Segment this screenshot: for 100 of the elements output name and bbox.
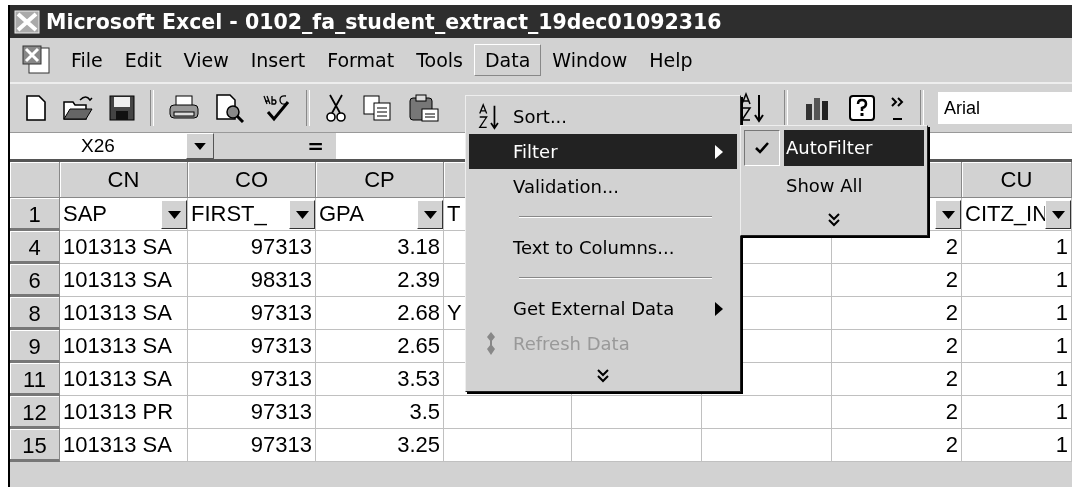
refresh-icon — [485, 330, 497, 357]
table-cell: 2.68 — [316, 297, 444, 330]
select-all-corner[interactable] — [10, 162, 60, 198]
caret-icon — [167, 210, 181, 219]
menu-item[interactable]: Text to Columns... — [469, 230, 737, 265]
row-header[interactable]: 1 — [10, 198, 60, 231]
table-cell: 2 — [832, 363, 962, 396]
table-cell: 101313 SA — [60, 231, 188, 264]
expand-arrows-icon[interactable] — [597, 369, 609, 383]
table-cell: 101313 SA — [60, 429, 188, 462]
menu-item[interactable]: Validation... — [469, 169, 737, 204]
header-text: T — [447, 201, 461, 227]
table-cell: 97313 — [188, 429, 316, 462]
row-header[interactable]: 4 — [10, 231, 60, 264]
printer-icon[interactable] — [168, 94, 200, 122]
equals-button[interactable]: = — [214, 133, 336, 159]
menu-item[interactable]: Edit — [113, 44, 173, 76]
font-field[interactable]: Arial — [938, 92, 1072, 124]
menu-item[interactable]: File — [60, 44, 114, 76]
name-box[interactable]: X26 — [10, 133, 186, 159]
header-text: CITZ_IN — [965, 201, 1049, 227]
table-cell: 101313 SA — [60, 330, 188, 363]
table-cell: 97313 — [188, 396, 316, 429]
window-title: Microsoft Excel - 0102_fa_student_extract_19dec01092316 — [46, 9, 722, 34]
table-cell: 1 — [962, 264, 1072, 297]
column-header[interactable]: CO — [188, 162, 316, 198]
table-cell: 2 — [832, 264, 962, 297]
table-cell: 3.18 — [316, 231, 444, 264]
table-cell: 101313 SA — [60, 363, 188, 396]
dropdown-button[interactable] — [186, 133, 214, 159]
table-cell: 97313 — [188, 363, 316, 396]
caret-icon — [295, 210, 309, 219]
submenu-arrow-icon — [715, 144, 723, 159]
menu-item[interactable]: Window — [541, 44, 639, 76]
help-icon[interactable] — [848, 94, 876, 122]
table-cell: 101313 SA — [60, 264, 188, 297]
menu-item[interactable]: Show All — [784, 168, 924, 204]
menu-item[interactable]: AutoFilter — [784, 130, 924, 166]
caret-icon — [194, 142, 206, 150]
workbook-icon[interactable] — [20, 44, 52, 76]
header-text: FIRST_ — [191, 201, 267, 227]
print-preview-icon[interactable] — [214, 93, 246, 123]
spelling-check-icon[interactable] — [260, 94, 292, 122]
row-header[interactable]: 6 — [10, 264, 60, 297]
row-header[interactable]: 11 — [10, 363, 60, 396]
table-cell: 2.39 — [316, 264, 444, 297]
column-header[interactable]: CP — [316, 162, 444, 198]
spreadsheet-app-icon — [14, 9, 40, 34]
table-cell: 3.25 — [316, 429, 444, 462]
menu-item[interactable]: Filter — [469, 134, 737, 169]
submenu-arrow-icon — [715, 301, 723, 316]
table-cell: 97313 — [188, 330, 316, 363]
copy-icon[interactable] — [362, 94, 394, 122]
checkmark-icon — [755, 142, 769, 154]
caret-icon — [1051, 210, 1065, 219]
table-cell: 2 — [832, 396, 962, 429]
filter-dropdown-button[interactable] — [417, 200, 443, 229]
caret-icon — [941, 210, 955, 219]
menu-item[interactable]: Help — [638, 44, 704, 76]
menu-item[interactable]: Format — [316, 44, 406, 76]
table-cell: 97313 — [188, 231, 316, 264]
row-header[interactable]: 15 — [10, 429, 60, 462]
folder-icon[interactable] — [62, 94, 94, 122]
table-cell: 2 — [832, 297, 962, 330]
filter-dropdown-button[interactable] — [1045, 200, 1071, 229]
clipboard-icon[interactable] — [408, 93, 440, 123]
save-icon[interactable] — [108, 94, 136, 122]
filter-dropdown-button[interactable] — [935, 200, 961, 229]
table-cell: 1 — [962, 396, 1072, 429]
menu-item[interactable]: Sort... — [469, 99, 737, 134]
table-cell: 101313 PR — [60, 396, 188, 429]
table-cell: 97313 — [188, 297, 316, 330]
new-document-icon[interactable] — [24, 94, 48, 122]
table-cell: 101313 SA — [60, 297, 188, 330]
table-cell: 1 — [962, 330, 1072, 363]
column-header[interactable]: CN — [60, 162, 188, 198]
menu-item[interactable]: Tools — [405, 44, 474, 76]
table-cell: 3.53 — [316, 363, 444, 396]
table-cell: 2.65 — [316, 330, 444, 363]
menu-item[interactable]: View — [172, 44, 240, 76]
table-cell: 2 — [832, 330, 962, 363]
table-cell: 2 — [832, 429, 962, 462]
table-cell: 1 — [962, 231, 1072, 264]
filter-dropdown-button[interactable] — [161, 200, 187, 229]
expand-arrows-icon[interactable] — [828, 213, 840, 227]
header-text: SAP — [63, 201, 108, 227]
table-cell: 1 — [962, 297, 1072, 330]
menu-item[interactable]: Insert — [239, 44, 317, 76]
row-header[interactable]: 12 — [10, 396, 60, 429]
row-header[interactable]: 8 — [10, 297, 60, 330]
menu-item[interactable]: Data — [473, 44, 542, 76]
scissors-icon[interactable] — [324, 93, 348, 123]
filter-dropdown-button[interactable] — [289, 200, 315, 229]
column-header[interactable]: CU — [962, 162, 1072, 198]
table-cell: 1 — [962, 429, 1072, 462]
caret-icon — [423, 210, 437, 219]
table-cell: 98313 — [188, 264, 316, 297]
table-cell: 3.5 — [316, 396, 444, 429]
row-header[interactable]: 9 — [10, 330, 60, 363]
chevron-icon[interactable] — [890, 94, 906, 122]
